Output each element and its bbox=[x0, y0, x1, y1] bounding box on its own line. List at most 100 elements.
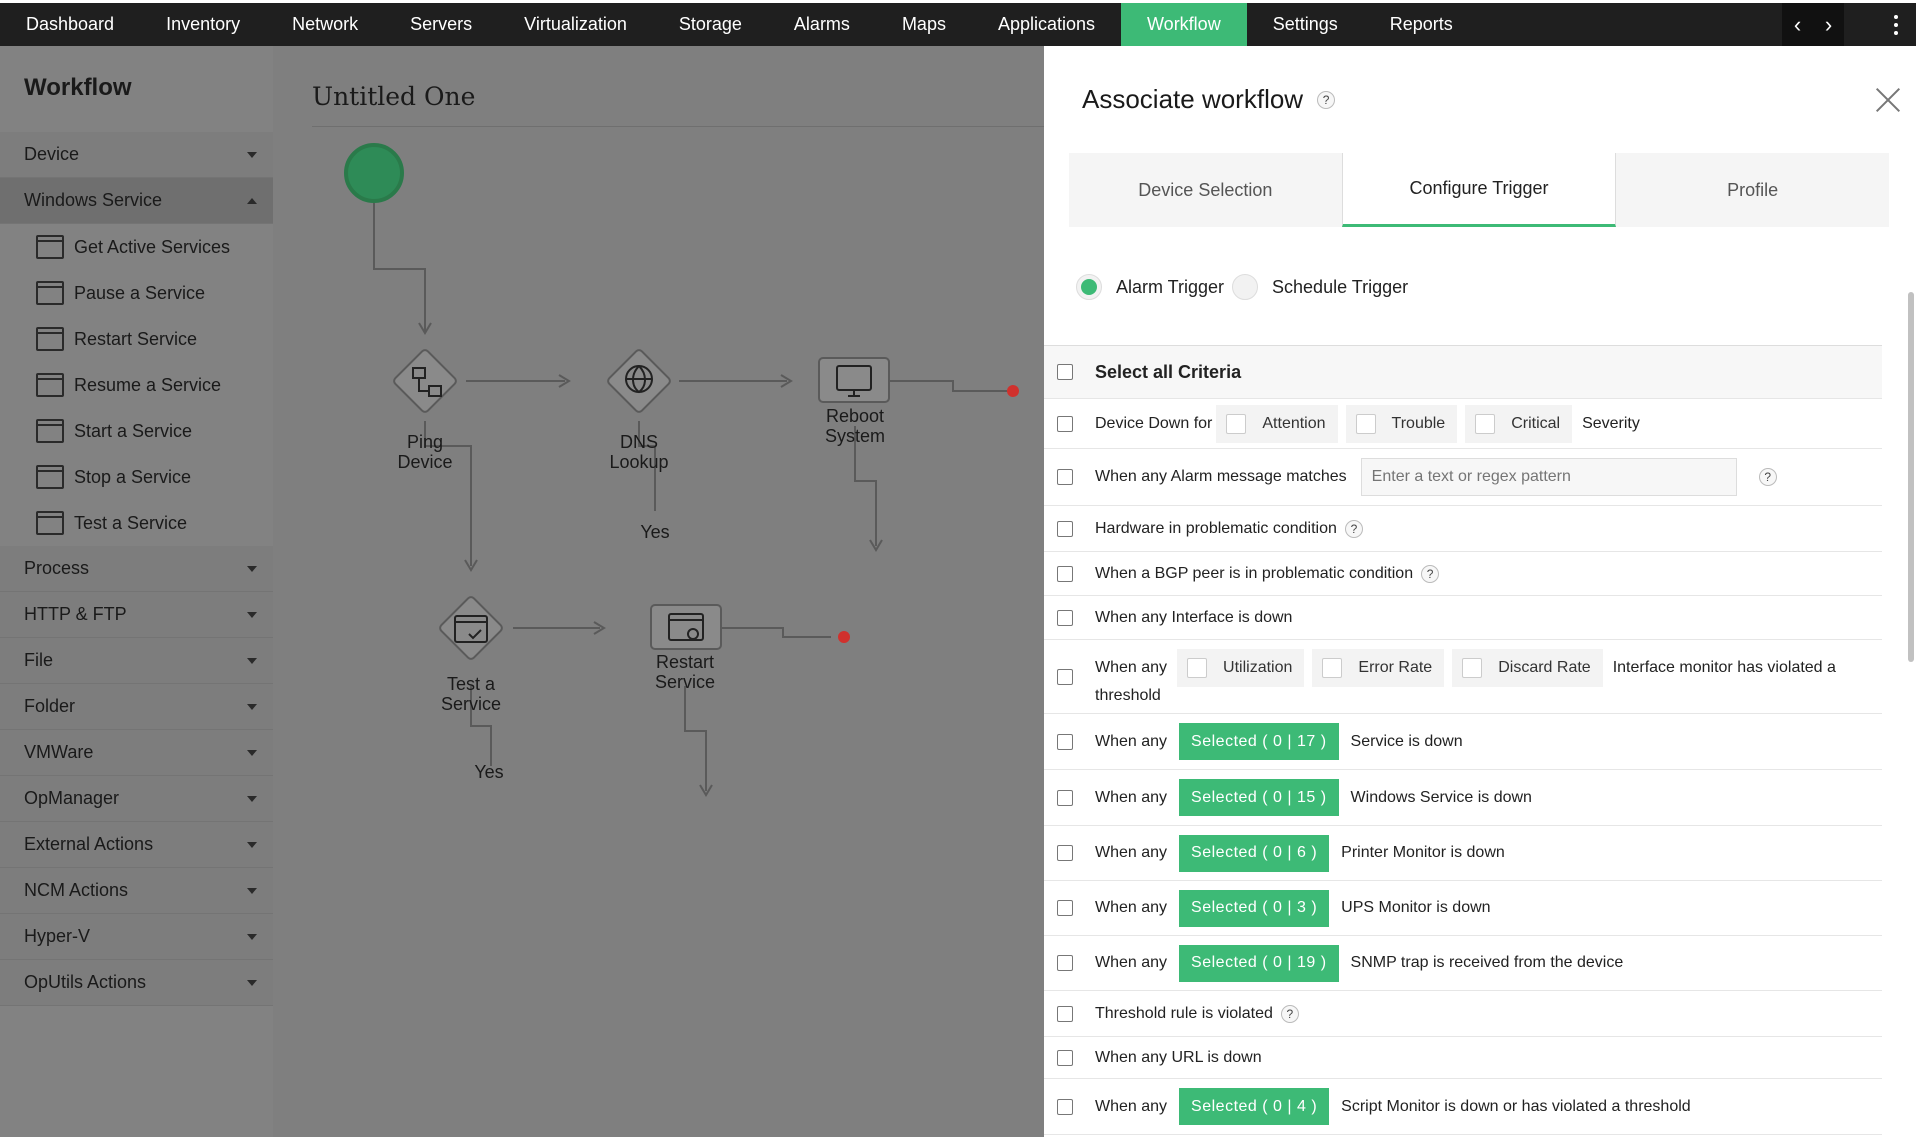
criteria-checkbox[interactable] bbox=[1057, 1049, 1073, 1066]
sidebar-cat-external-actions[interactable]: External Actions bbox=[0, 822, 273, 868]
discard-rate-checkbox[interactable] bbox=[1462, 657, 1483, 678]
more-menu-button[interactable] bbox=[1876, 3, 1916, 46]
regex-pattern-input[interactable] bbox=[1360, 458, 1737, 496]
criteria-checkbox[interactable] bbox=[1057, 565, 1073, 582]
sidebar-cat-vmware[interactable]: VMWare bbox=[0, 730, 273, 776]
sidebar-cat-device[interactable]: Device bbox=[0, 132, 273, 178]
criteria-checkbox[interactable] bbox=[1057, 415, 1073, 432]
pause-service-icon bbox=[36, 281, 64, 305]
alarm-trigger-radio[interactable] bbox=[1076, 274, 1102, 300]
criteria-checkbox[interactable] bbox=[1057, 1005, 1073, 1022]
sidebar-cat-ncm-actions[interactable]: NCM Actions bbox=[0, 868, 273, 914]
discard-rate-option[interactable]: Discard Rate bbox=[1452, 648, 1603, 687]
caret-down-icon bbox=[247, 887, 257, 894]
node-label-reboot-system: Reboot System bbox=[824, 406, 885, 446]
sidebar-item-resume-service[interactable]: Resume a Service bbox=[0, 362, 273, 408]
sidebar-cat-oputils-actions[interactable]: OpUtils Actions bbox=[0, 960, 273, 1006]
sidebar-item-get-active-services[interactable]: Get Active Services bbox=[0, 224, 273, 270]
service-selected-button[interactable]: Selected ( 0 | 17 ) bbox=[1179, 723, 1339, 760]
tab-applications[interactable]: Applications bbox=[972, 3, 1121, 46]
scrollbar-thumb[interactable] bbox=[1908, 292, 1914, 662]
chevron-left-icon[interactable]: ‹ bbox=[1794, 12, 1801, 38]
error-rate-checkbox[interactable] bbox=[1322, 657, 1343, 678]
tab-workflow[interactable]: Workflow bbox=[1121, 3, 1247, 46]
criteria-checkbox[interactable] bbox=[1057, 1098, 1073, 1115]
restart-service-icon bbox=[36, 327, 64, 351]
trouble-option[interactable]: Trouble bbox=[1345, 404, 1458, 443]
ups-selected-button[interactable]: Selected ( 0 | 3 ) bbox=[1179, 889, 1330, 927]
help-icon[interactable]: ? bbox=[1758, 468, 1777, 486]
caret-down-icon bbox=[247, 657, 257, 664]
associate-workflow-panel: Associate workflow ? Device Selection Co… bbox=[1044, 46, 1916, 1137]
sidebar-cat-hyper-v[interactable]: Hyper-V bbox=[0, 914, 273, 960]
critical-checkbox[interactable] bbox=[1475, 413, 1496, 434]
criteria-checkbox[interactable] bbox=[1057, 955, 1073, 971]
caret-up-icon bbox=[247, 197, 257, 204]
tab-inventory[interactable]: Inventory bbox=[140, 3, 266, 46]
sidebar-item-start-service[interactable]: Start a Service bbox=[0, 408, 273, 454]
help-icon[interactable]: ? bbox=[1317, 90, 1336, 109]
close-icon[interactable] bbox=[1874, 86, 1902, 114]
utilization-checkbox[interactable] bbox=[1187, 657, 1208, 678]
tab-dashboard[interactable]: Dashboard bbox=[0, 3, 140, 46]
criteria-checkbox[interactable] bbox=[1057, 520, 1073, 537]
criteria-checkbox[interactable] bbox=[1057, 668, 1073, 685]
caret-down-icon bbox=[247, 151, 257, 158]
criteria-checkbox[interactable] bbox=[1057, 900, 1073, 916]
criteria-row-url-down: When any URL is down bbox=[1044, 1037, 1882, 1079]
sidebar-cat-process[interactable]: Process bbox=[0, 546, 273, 592]
connector-restart-end bbox=[721, 627, 831, 638]
criteria-checkbox[interactable] bbox=[1057, 845, 1073, 861]
attention-option[interactable]: Attention bbox=[1216, 404, 1338, 443]
criteria-checkbox[interactable] bbox=[1057, 733, 1073, 750]
trouble-checkbox[interactable] bbox=[1355, 413, 1376, 434]
critical-option[interactable]: Critical bbox=[1465, 404, 1573, 443]
sidebar-item-pause-service[interactable]: Pause a Service bbox=[0, 270, 273, 316]
chevron-right-icon[interactable]: › bbox=[1825, 12, 1832, 38]
criteria-checkbox[interactable] bbox=[1057, 789, 1073, 806]
sidebar-cat-folder[interactable]: Folder bbox=[0, 684, 273, 730]
trigger-type-radios: Alarm Trigger Schedule Trigger bbox=[1076, 274, 1416, 300]
tab-maps[interactable]: Maps bbox=[876, 3, 972, 46]
sidebar-cat-windows-service[interactable]: Windows Service bbox=[0, 178, 273, 224]
sidebar-item-stop-service[interactable]: Stop a Service bbox=[0, 454, 273, 500]
tab-alarms[interactable]: Alarms bbox=[768, 3, 876, 46]
help-icon[interactable]: ? bbox=[1421, 564, 1440, 583]
attention-checkbox[interactable] bbox=[1226, 413, 1247, 434]
windows-service-selected-button[interactable]: Selected ( 0 | 15 ) bbox=[1179, 779, 1339, 816]
threshold-text: threshold bbox=[1095, 686, 1161, 704]
sidebar-item-test-service[interactable]: Test a Service bbox=[0, 500, 273, 546]
tab-servers[interactable]: Servers bbox=[384, 3, 498, 46]
help-icon[interactable]: ? bbox=[1280, 1004, 1299, 1023]
criteria-checkbox[interactable] bbox=[1057, 609, 1073, 626]
snmp-selected-button[interactable]: Selected ( 0 | 19 ) bbox=[1179, 944, 1339, 982]
utilization-option[interactable]: Utilization bbox=[1177, 648, 1305, 687]
select-all-checkbox[interactable] bbox=[1057, 364, 1073, 380]
criteria-checkbox[interactable] bbox=[1057, 469, 1073, 485]
sidebar-cat-opmanager[interactable]: OpManager bbox=[0, 776, 273, 822]
tab-storage[interactable]: Storage bbox=[653, 3, 768, 46]
caret-down-icon bbox=[247, 749, 257, 756]
start-service-icon bbox=[36, 419, 64, 443]
sidebar-cat-file[interactable]: File bbox=[0, 638, 273, 684]
help-icon[interactable]: ? bbox=[1344, 519, 1363, 538]
tab-network[interactable]: Network bbox=[266, 3, 384, 46]
tab-settings[interactable]: Settings bbox=[1247, 3, 1364, 46]
panel-scrollbar[interactable] bbox=[1908, 242, 1914, 1112]
sidebar-cat-http-ftp[interactable]: HTTP & FTP bbox=[0, 592, 273, 638]
tab-device-selection[interactable]: Device Selection bbox=[1069, 153, 1342, 227]
printer-selected-button[interactable]: Selected ( 0 | 6 ) bbox=[1179, 834, 1330, 872]
connector-start-ping bbox=[373, 203, 426, 331]
tab-reports[interactable]: Reports bbox=[1364, 3, 1479, 46]
yes-label: Yes bbox=[474, 762, 504, 782]
sidebar-item-restart-service[interactable]: Restart Service bbox=[0, 316, 273, 362]
criteria-row-alarm-message: When any Alarm message matches ? bbox=[1044, 449, 1882, 506]
tab-configure-trigger[interactable]: Configure Trigger bbox=[1341, 153, 1617, 227]
error-rate-option[interactable]: Error Rate bbox=[1312, 648, 1445, 687]
criteria-row-windows-service-down: When any Selected ( 0 | 15 ) Windows Ser… bbox=[1044, 770, 1882, 826]
node-label-ping-device: Ping Device bbox=[397, 432, 453, 472]
tab-virtualization[interactable]: Virtualization bbox=[498, 3, 653, 46]
script-selected-button[interactable]: Selected ( 0 | 4 ) bbox=[1179, 1088, 1330, 1125]
schedule-trigger-radio[interactable] bbox=[1232, 274, 1259, 300]
tab-profile[interactable]: Profile bbox=[1616, 153, 1889, 227]
